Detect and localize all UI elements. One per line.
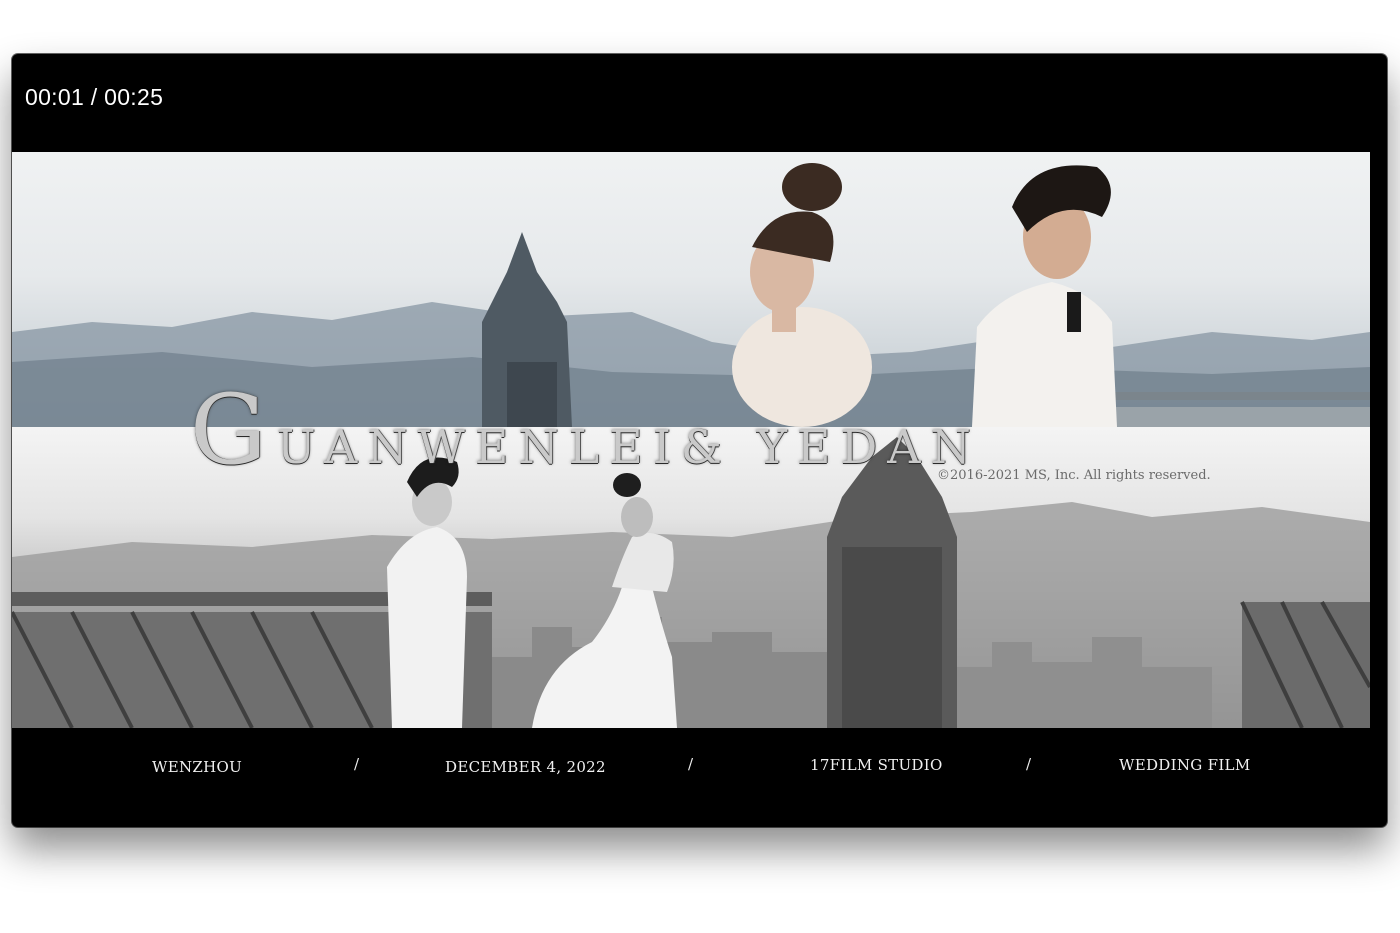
- video-title-initial: G: [190, 374, 277, 486]
- footer-genre: WEDDING FILM: [1119, 756, 1251, 774]
- video-title-rest: UANWENLEI& YEDAN: [276, 420, 981, 474]
- footer-separator: /: [1026, 755, 1032, 773]
- video-player-window[interactable]: 00:01 / 00:25 GUANWENLEI& YEDAN ©2016-20…: [12, 54, 1387, 827]
- copyright-text: ©2016-2021 MS, Inc. All rights reserved.: [937, 468, 1211, 483]
- video-frame[interactable]: GUANWENLEI& YEDAN ©2016-2021 MS, Inc. Al…: [12, 152, 1370, 728]
- video-title: GUANWENLEI& YEDAN: [190, 374, 981, 486]
- footer-date: DECEMBER 4, 2022: [445, 758, 606, 776]
- footer-studio: 17FILM STUDIO: [810, 756, 943, 774]
- video-footer-credits: WENZHOU / DECEMBER 4, 2022 / 17FILM STUD…: [12, 748, 1370, 788]
- footer-separator: /: [688, 755, 694, 773]
- timecode-display: 00:01 / 00:25: [25, 84, 164, 110]
- footer-separator: /: [354, 755, 360, 773]
- footer-location: WENZHOU: [152, 758, 243, 776]
